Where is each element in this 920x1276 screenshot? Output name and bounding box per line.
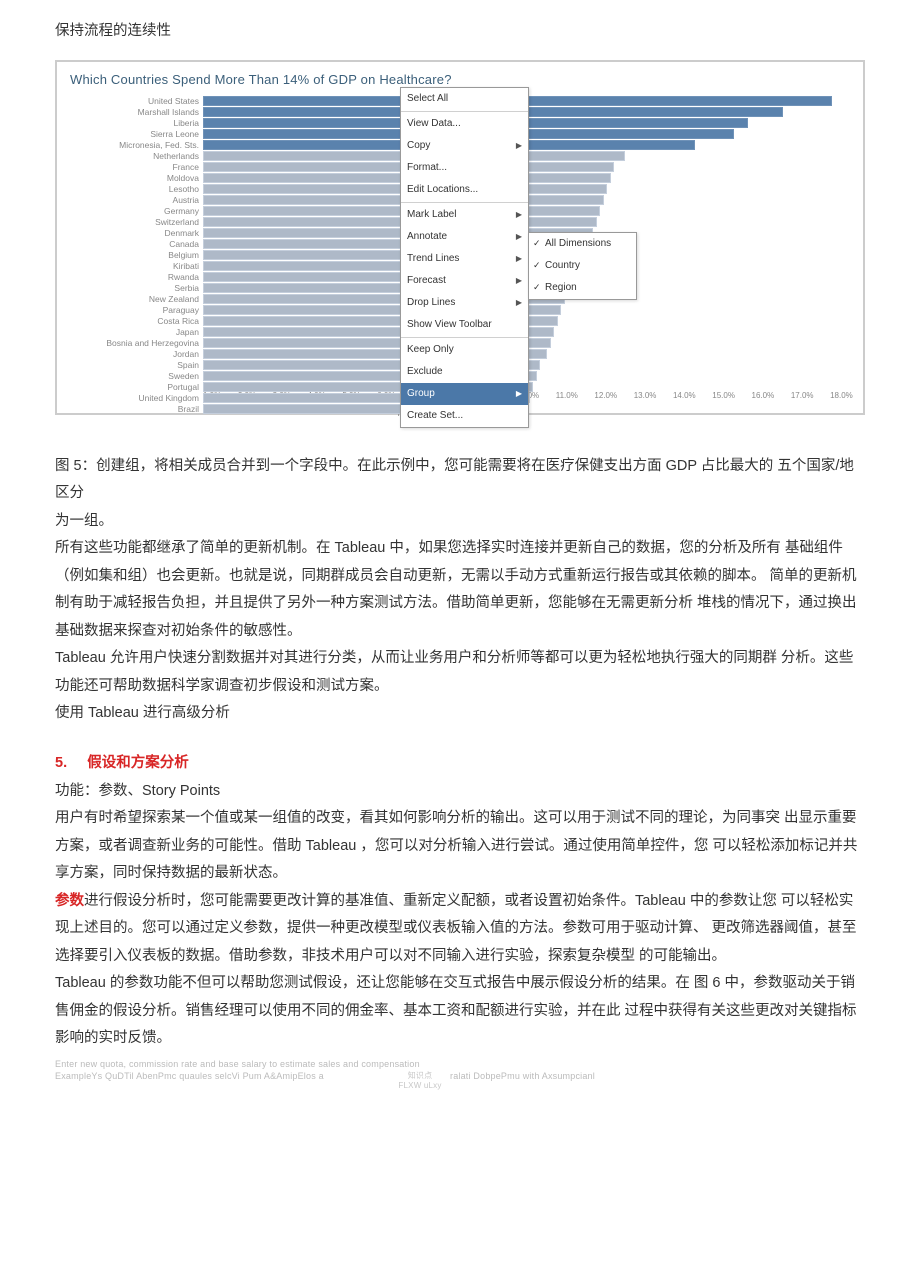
menu-item[interactable]: Group▶: [401, 383, 528, 405]
menu-item[interactable]: Create Set...: [401, 405, 528, 427]
body-para-6: Tableau 的参数功能不但可以帮助您测试假设，还让您能够在交互式报告中展示假…: [55, 970, 865, 1053]
section-number: 5.: [55, 755, 67, 771]
body-para-5: 参数进行假设分析时，您可能需要更改计算的基准值、重新定义配额，或者设置初始条件。…: [55, 888, 865, 971]
menu-item[interactable]: Exclude: [401, 361, 528, 383]
context-menu[interactable]: Select All View Data...Copy▶Format...Edit…: [400, 87, 529, 428]
submenu-arrow-icon: ▶: [516, 138, 522, 153]
submenu-arrow-icon: ▶: [516, 273, 522, 288]
menu-item[interactable]: Select All: [401, 88, 528, 110]
body-para-2: Tableau 允许用户快速分割数据并对其进行分类，从而让业务用户和分析师等都可…: [55, 645, 865, 700]
check-icon: ✓: [533, 235, 541, 252]
section-heading: 5. 假设和方案分析: [55, 750, 865, 778]
menu-item[interactable]: View Data...: [401, 113, 528, 135]
menu-item[interactable]: Keep Only: [401, 339, 528, 361]
chart-figure: Which Countries Spend More Than 14% of G…: [55, 60, 865, 415]
submenu-arrow-icon: ▶: [516, 229, 522, 244]
check-icon: ✓: [533, 257, 541, 274]
submenu-arrow-icon: ▶: [516, 251, 522, 266]
body-para-4: 用户有时希望探索某一个值或某一组值的改变，看其如何影响分析的输出。这可以用于测试…: [55, 805, 865, 888]
menu-item[interactable]: Edit Locations...: [401, 179, 528, 201]
placeholder-figure-text: Enter new quota, commission rate and bas…: [55, 1059, 865, 1085]
section-title-text: 假设和方案分析: [87, 755, 189, 771]
menu-separator: [401, 202, 528, 203]
menu-item[interactable]: Format...: [401, 157, 528, 179]
menu-item[interactable]: Copy▶: [401, 135, 528, 157]
bar-label: Brazil: [67, 401, 203, 417]
check-icon: ✓: [533, 279, 541, 296]
submenu-arrow-icon: ▶: [516, 295, 522, 310]
top-heading: 保持流程的连续性: [55, 18, 865, 46]
submenu-item[interactable]: ✓Country: [529, 255, 636, 277]
body-para-3: 使用 Tableau 进行高级分析: [55, 700, 865, 728]
menu-item[interactable]: Trend Lines▶: [401, 248, 528, 270]
menu-item[interactable]: Annotate▶: [401, 226, 528, 248]
figure-caption-b: 为一组。: [55, 508, 865, 536]
submenu-item[interactable]: ✓All Dimensions: [529, 233, 636, 255]
menu-item[interactable]: Show View Toolbar: [401, 314, 528, 336]
menu-item[interactable]: Drop Lines▶: [401, 292, 528, 314]
menu-item[interactable]: Forecast▶: [401, 270, 528, 292]
menu-separator: [401, 337, 528, 338]
context-submenu[interactable]: ✓All Dimensions✓Country✓Region: [528, 232, 637, 300]
param-label: 参数: [55, 893, 84, 909]
menu-item[interactable]: Mark Label▶: [401, 204, 528, 226]
figure-caption-a: 图 5：创建组，将相关成员合并到一个字段中。在此示例中，您可能需要将在医疗保健支…: [55, 453, 865, 508]
submenu-item[interactable]: ✓Region: [529, 277, 636, 299]
body-para-1: 所有这些功能都继承了简单的更新机制。在 Tableau 中，如果您选择实时连接并…: [55, 535, 865, 645]
submenu-arrow-icon: ▶: [516, 207, 522, 222]
menu-separator: [401, 111, 528, 112]
submenu-arrow-icon: ▶: [516, 386, 522, 401]
feature-line: 功能：参数、Story Points: [55, 778, 865, 806]
